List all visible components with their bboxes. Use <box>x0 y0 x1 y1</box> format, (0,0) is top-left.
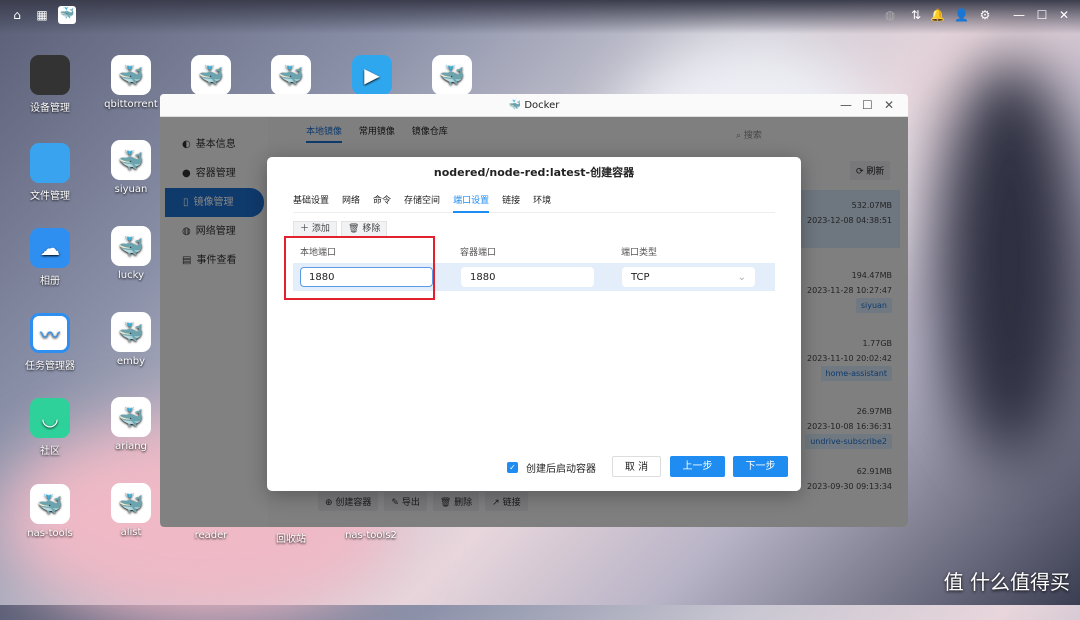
tab-network[interactable]: 网络 <box>342 193 360 213</box>
desktop-icon-reader[interactable]: reader <box>171 530 251 541</box>
docker-icon: 🐳 <box>111 55 151 95</box>
prev-step-button[interactable]: 上一步 <box>670 456 725 477</box>
docker-icon: 🐳 <box>111 140 151 180</box>
maximize-icon[interactable]: ☐ <box>862 94 873 117</box>
tab-command[interactable]: 命令 <box>373 193 391 213</box>
autostart-checkbox[interactable]: ✓ 创建后启动容器 <box>507 460 596 475</box>
docker-icon: 🐳 <box>111 226 151 266</box>
add-port-button[interactable]: ＋ 添加 <box>293 221 337 237</box>
tab-basic[interactable]: 基础设置 <box>293 193 329 213</box>
tab-storage[interactable]: 存储空间 <box>404 193 440 213</box>
desktop-icon-files[interactable]: 文件管理 <box>10 143 90 202</box>
community-icon: ◡ <box>30 398 70 438</box>
dialog-tabs: 基础设置 网络 命令 存储空间 端口设置 链接 环境 <box>293 193 775 213</box>
docker-icon: 🐳 <box>271 55 311 95</box>
photos-icon: ☁ <box>30 228 70 268</box>
docker-task-icon[interactable]: 🐳 <box>58 6 76 24</box>
create-container-dialog: nodered/node-red:latest-创建容器 基础设置 网络 命令 存储空… <box>267 157 801 491</box>
column-container-port: 容器端口 <box>460 248 497 258</box>
desktop-icon-nas-tools2[interactable]: nas-tools2 <box>331 530 411 541</box>
next-step-button[interactable]: 下一步 <box>733 456 788 477</box>
check-icon: ✓ <box>507 462 518 473</box>
desktop-icon-task-manager[interactable]: 〰任务管理器 <box>10 313 90 372</box>
trash-icon: 🗑 <box>348 224 360 234</box>
bell-icon[interactable]: 🔔 <box>930 8 945 22</box>
minimize-icon[interactable]: — <box>1012 8 1026 22</box>
top-bar: ⌂ ▦ 🐳 ◍ ⇅ 🔔 👤 ⚙ — ☐ ✕ <box>0 0 1080 34</box>
device-icon <box>30 55 70 95</box>
desktop-icon-docker-app[interactable]: 🐳 <box>251 55 331 99</box>
tv-icon: ▶ <box>352 55 392 95</box>
window-title: Docker <box>524 100 560 111</box>
port-type-select[interactable]: TCP ⌄ <box>622 267 755 287</box>
settings-icon[interactable]: ⚙ <box>978 8 992 22</box>
docker-icon: 🐳 <box>111 312 151 352</box>
desktop-icon-emby[interactable]: 🐳 emby <box>91 312 171 367</box>
folder-icon <box>30 143 70 183</box>
apps-grid-icon[interactable]: ▦ <box>35 8 49 22</box>
close-icon[interactable]: ✕ <box>884 94 894 117</box>
highlight-annotation <box>284 236 435 300</box>
cancel-button[interactable]: 取 消 <box>612 456 661 477</box>
column-port-type: 端口类型 <box>621 248 658 258</box>
task-manager-icon: 〰 <box>30 313 70 353</box>
desktop-icon-qbittorrent[interactable]: 🐳 qbittorrent <box>91 55 171 110</box>
desktop-icon-tv[interactable]: ▶ <box>332 55 412 99</box>
docker-icon: 🐳 <box>432 55 472 95</box>
desktop-icon-community[interactable]: ◡ 社区 <box>10 398 90 457</box>
desktop-icon-docker-app[interactable]: 🐳 <box>171 55 251 99</box>
docker-icon: 🐳 <box>30 484 70 524</box>
docker-icon: 🐳 <box>191 55 231 95</box>
watermark: 值 什么值得买 <box>943 570 1070 594</box>
desktop-icon-lucky[interactable]: 🐳 lucky <box>91 226 171 281</box>
maximize-icon[interactable]: ☐ <box>1035 8 1049 22</box>
tab-links[interactable]: 链接 <box>502 193 520 213</box>
desktop-icon-device[interactable]: 设备管理 <box>10 55 90 114</box>
dialog-title: nodered/node-red:latest-创建容器 <box>433 166 635 179</box>
desktop-icon-alist[interactable]: 🐳 alist <box>91 483 171 538</box>
tab-ports[interactable]: 端口设置 <box>453 193 490 213</box>
tab-env[interactable]: 环境 <box>533 193 551 213</box>
docker-icon: 🐳 <box>111 397 151 437</box>
desktop-icon-recycle-bin[interactable]: 回收站 <box>251 530 331 545</box>
window-titlebar[interactable]: 🐳 Docker — ☐ ✕ <box>160 94 908 117</box>
desktop-icon-docker-app[interactable]: 🐳 <box>412 55 492 99</box>
desktop-icon-nas-tools[interactable]: 🐳 nas-tools <box>10 484 90 539</box>
docker-icon: 🐳 <box>508 100 522 111</box>
remove-port-button[interactable]: 🗑 移除 <box>341 221 388 237</box>
user-icon[interactable]: 👤 <box>954 8 969 22</box>
desktop-icon-siyuan[interactable]: 🐳 siyuan <box>91 140 171 195</box>
close-icon[interactable]: ✕ <box>1057 8 1071 22</box>
desktop-icon-ariang[interactable]: 🐳 ariang <box>91 397 171 452</box>
minimize-icon[interactable]: — <box>840 94 852 117</box>
chevron-down-icon: ⌄ <box>737 272 746 283</box>
docker-icon: 🐳 <box>111 483 151 523</box>
container-port-input[interactable]: 1880 <box>461 267 594 287</box>
globe-icon[interactable]: ◍ <box>883 8 897 22</box>
transfer-icon[interactable]: ⇅ <box>909 8 923 22</box>
desktop-icon-photos[interactable]: ☁ 相册 <box>10 228 90 287</box>
home-icon[interactable]: ⌂ <box>10 8 24 22</box>
